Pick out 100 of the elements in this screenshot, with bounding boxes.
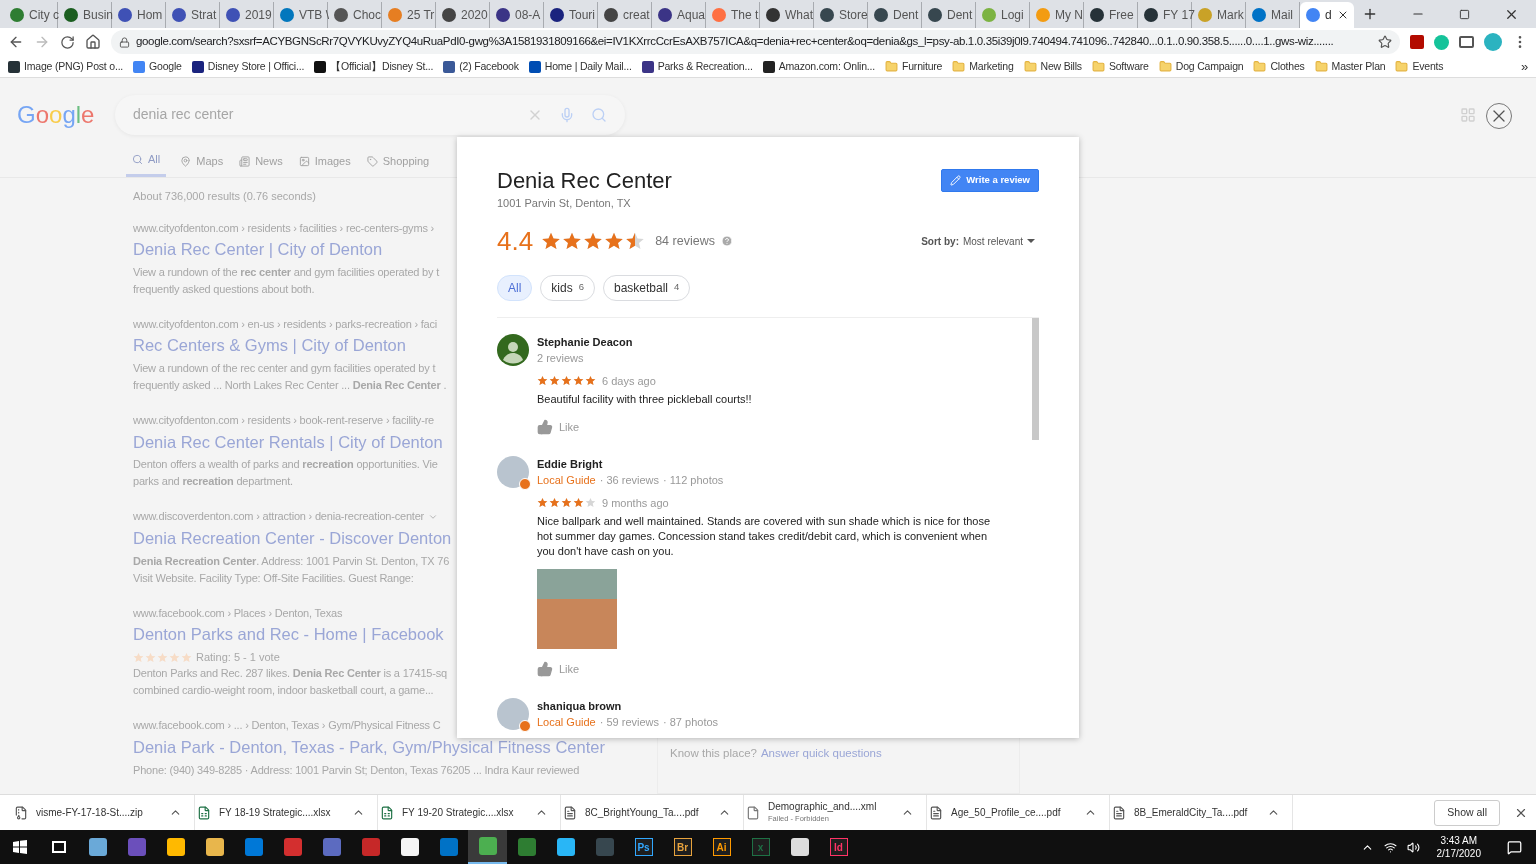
show-all-button[interactable]: Show all	[1434, 799, 1500, 826]
notifications-icon[interactable]	[1507, 839, 1522, 855]
tab-title: Busin	[83, 7, 114, 24]
tab-title: Dent	[893, 7, 919, 24]
reviewer-name[interactable]: Eddie Bright	[537, 455, 999, 472]
download-item[interactable]: FY 18-19 Strategic....xlsx	[219, 806, 344, 819]
download-item[interactable]: 8C_BrightYoung_Ta....pdf	[585, 806, 710, 819]
bookmark-item[interactable]: Parks & Recreation...	[641, 58, 753, 75]
bookmark-item[interactable]: Clothes	[1253, 58, 1305, 75]
tab-title: The t	[731, 7, 759, 24]
sort-label: Sort by:	[921, 234, 959, 249]
review-text: Nice ballpark and well maintained. Stands are covered with sun shade which is nice for those hot summer day games. Concession stand takes credit/debit card, which is convenient when you don't have cash on you.	[537, 514, 992, 559]
app-icon[interactable]	[556, 838, 575, 856]
app-icon[interactable]: Ps	[634, 838, 653, 856]
folder-icon	[1253, 60, 1267, 73]
sort-dropdown[interactable]: Most relevant	[962, 233, 1035, 249]
app-icon[interactable]	[400, 838, 419, 856]
result-snippet: Denton offers a wealth of parks and recreation opportunities. Vie	[133, 457, 438, 473]
bookmark-star-icon[interactable]	[1378, 35, 1392, 49]
tab-title: 2020	[461, 7, 488, 24]
browser-tab[interactable]: d	[1300, 2, 1354, 28]
network-icon[interactable]	[1383, 840, 1397, 854]
app-icon[interactable]: Id	[829, 838, 848, 856]
bookmark-item[interactable]: Image (PNG) Post o...	[8, 58, 124, 75]
volume-icon[interactable]	[1406, 840, 1420, 854]
star-icon	[549, 497, 560, 509]
bookmark-item[interactable]: Furniture	[885, 58, 943, 75]
lock-icon	[119, 36, 130, 48]
scrollbar[interactable]	[1032, 317, 1039, 440]
bookmark-item[interactable]: (2) Facebook	[443, 58, 519, 75]
app-icon[interactable]	[790, 838, 809, 856]
address-bar[interactable]	[111, 30, 1400, 54]
tab-title: Dent	[947, 7, 973, 24]
profile-icon[interactable]	[1484, 33, 1502, 51]
app-icon[interactable]	[166, 838, 185, 856]
more-bookmarks[interactable]: »	[1520, 56, 1528, 77]
back-icon[interactable]	[8, 34, 24, 50]
review-date: 9 months ago	[602, 495, 669, 511]
star-icon	[585, 375, 596, 387]
tab-title: Mark	[1217, 7, 1244, 24]
bookmark-item[interactable]: Amazon.com: Onlin...	[762, 58, 875, 75]
write-review-button[interactable]: Write a review	[941, 169, 1039, 192]
review-count: 84 reviews	[655, 232, 715, 250]
taskbar-button[interactable]: Id	[819, 830, 858, 864]
reviewer-meta: 2 reviews	[537, 351, 584, 366]
filter-chip[interactable]: All	[497, 274, 533, 301]
bookmark-item[interactable]: Software	[1091, 58, 1149, 75]
app-icon[interactable]: Br	[673, 838, 692, 856]
app-icon[interactable]	[205, 838, 224, 856]
app-icon[interactable]: Ai	[712, 838, 731, 856]
taskbar-button[interactable]: Ai	[702, 830, 741, 864]
star-icon	[604, 231, 625, 251]
bookmark-item[interactable]: Events	[1395, 58, 1444, 75]
place-title: Denia Rec Center	[497, 167, 672, 195]
tab-title: Logi	[1001, 7, 1024, 24]
rating-value: 4.4	[497, 224, 534, 258]
folder-icon	[885, 60, 898, 73]
bookmark-item[interactable]: 【Official】Disney St...	[314, 58, 434, 75]
result-stats: About 736,000 results (0.76 seconds)	[133, 189, 316, 204]
download-item[interactable]: visme-FY-17-18-St....zip	[36, 806, 161, 819]
folder-icon	[1158, 60, 1172, 73]
new-tab-icon[interactable]	[1362, 6, 1378, 22]
result-snippet: frequently asked ... North Lakes Rec Center ... Denia Rec Center .	[133, 378, 447, 393]
result-snippet: frequently asked questions about both.	[133, 281, 315, 297]
bookmark-item[interactable]: New Bills	[1023, 58, 1082, 75]
caret-icon	[1027, 239, 1035, 243]
reviewer-name[interactable]: shaniqua brown	[537, 697, 999, 714]
taskbar-button[interactable]: Ps	[624, 830, 663, 864]
bookmark-item[interactable]: Master Plan	[1314, 58, 1386, 75]
result-url: www.cityofdenton.com › residents › book-rent-reserve › facility-re	[133, 413, 434, 428]
task-view-icon[interactable]	[52, 841, 66, 853]
bookmark-item[interactable]: Dog Campaign	[1158, 58, 1244, 75]
reviewer-meta: · 87 photos	[663, 715, 719, 730]
bookmark-item[interactable]: Marketing	[952, 58, 1014, 75]
download-item[interactable]: Age_50_Profile_ce....pdf	[951, 806, 1076, 819]
star-icon	[537, 375, 548, 387]
home-icon[interactable]	[85, 34, 101, 50]
windows-logo-icon[interactable]	[13, 840, 27, 854]
bookmark-item[interactable]: Disney Store | Offici...	[191, 58, 305, 75]
clock[interactable]: 3:43 AM 2/17/2020	[1436, 834, 1481, 860]
tab-title: Mail	[1271, 7, 1293, 24]
tab-title: Store	[839, 7, 868, 24]
pencil-icon	[950, 175, 962, 186]
star-icon	[133, 651, 144, 663]
download-item[interactable]: 8B_EmeraldCity_Ta....pdf	[1134, 806, 1259, 819]
bookmark-item[interactable]: Google	[133, 58, 182, 75]
screenshot-icon[interactable]	[1459, 36, 1474, 48]
filter-chip[interactable]: basketball 4	[603, 274, 691, 301]
reviewer-name[interactable]: Stephanie Deacon	[537, 333, 999, 350]
place-address: 1001 Parvin St, Denton, TX	[497, 196, 632, 211]
app-icon[interactable]	[88, 838, 107, 856]
filter-chip[interactable]: kids 6	[540, 274, 595, 301]
result-url: www.facebook.com › Places › Denton, Texas	[133, 605, 343, 621]
star-icon	[169, 651, 180, 663]
reload-icon[interactable]	[60, 34, 75, 50]
result-url: www.cityofdenton.com › en-us › residents › parks-recreation › faci	[133, 316, 438, 332]
taskbar-button[interactable]: Br	[663, 830, 702, 864]
restore-icon[interactable]	[1459, 8, 1470, 20]
bookmark-item[interactable]: Home | Daily Mail...	[528, 58, 632, 75]
download-item[interactable]: FY 19-20 Strategic....xlsx	[402, 806, 527, 819]
